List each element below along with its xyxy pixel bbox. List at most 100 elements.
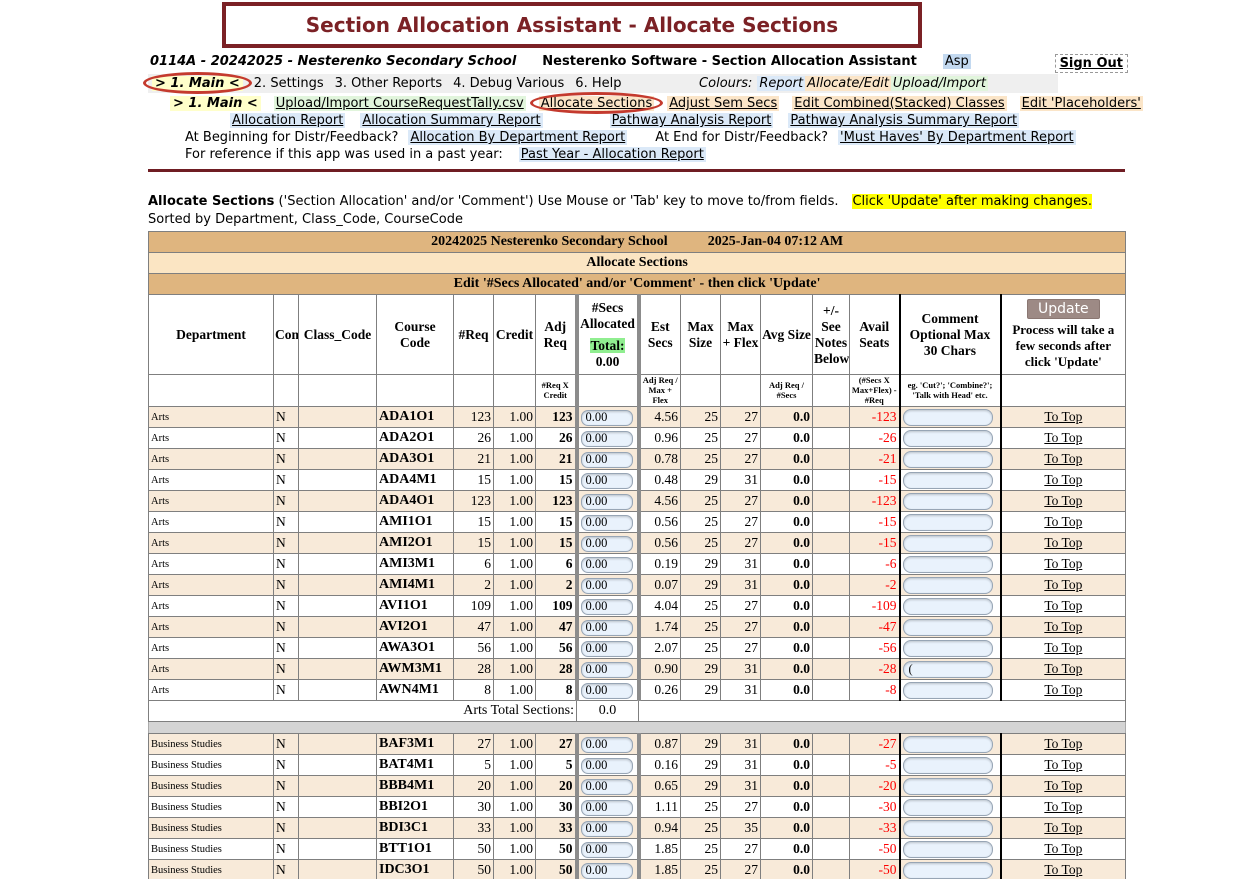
- to-top-link[interactable]: To Top: [1044, 778, 1082, 793]
- comment-input[interactable]: [903, 598, 993, 615]
- secs-allocated-input[interactable]: [581, 779, 633, 795]
- comment-input[interactable]: [903, 799, 993, 816]
- to-top-link[interactable]: To Top: [1044, 493, 1082, 508]
- to-top-link[interactable]: To Top: [1044, 577, 1082, 592]
- secs-allocated-input[interactable]: [581, 410, 633, 426]
- to-top-link[interactable]: To Top: [1044, 736, 1082, 751]
- allocation-by-department-link[interactable]: Allocation By Department Report: [408, 130, 627, 145]
- comment-input[interactable]: [903, 757, 993, 774]
- secs-allocated-input[interactable]: [581, 431, 633, 447]
- comb-cell: N: [274, 797, 299, 818]
- nav-link-allocation-report[interactable]: Allocation Report: [230, 113, 345, 128]
- comment-input[interactable]: [903, 841, 993, 858]
- comment-input[interactable]: [903, 535, 993, 552]
- comment-input[interactable]: [903, 451, 993, 468]
- to-top-link[interactable]: To Top: [1044, 430, 1082, 445]
- secs-allocated-input[interactable]: [581, 452, 633, 468]
- past-year-report-link[interactable]: Past Year - Allocation Report: [519, 147, 706, 162]
- class-code-cell: [299, 575, 377, 596]
- comment-input[interactable]: [903, 682, 993, 699]
- comment-input[interactable]: [903, 862, 993, 879]
- comment-input[interactable]: [903, 661, 993, 678]
- software-title: Nesterenko Software - Section Allocation…: [542, 54, 917, 69]
- course-code-cell: BAF3M1: [377, 734, 454, 755]
- comment-input[interactable]: [903, 493, 993, 510]
- comment-input[interactable]: [903, 556, 993, 573]
- sign-out-button[interactable]: Sign Out: [1055, 54, 1128, 73]
- to-top-link[interactable]: To Top: [1044, 598, 1082, 613]
- secs-allocated-input[interactable]: [581, 473, 633, 489]
- to-top-link[interactable]: To Top: [1044, 535, 1082, 550]
- nav-link-edit-combined-stacked--classes[interactable]: Edit Combined(Stacked) Classes: [792, 96, 1006, 111]
- comment-input[interactable]: [903, 736, 993, 753]
- to-top-link[interactable]: To Top: [1044, 451, 1082, 466]
- to-top-link[interactable]: To Top: [1044, 820, 1082, 835]
- req-cell: 50: [454, 860, 494, 879]
- nav-row-past-year: For reference if this app was used in a …: [185, 147, 1254, 162]
- nav-link-upload-import-courserequesttally-csv[interactable]: Upload/Import CourseRequestTally.csv: [274, 96, 526, 111]
- must-haves-by-department-link[interactable]: 'Must Haves' By Department Report: [838, 130, 1076, 145]
- menu-item-debugvarious[interactable]: 4. Debug Various: [453, 76, 564, 91]
- comment-input[interactable]: [903, 472, 993, 489]
- comment-input[interactable]: [903, 778, 993, 795]
- comment-input[interactable]: [903, 619, 993, 636]
- secs-allocated-input[interactable]: [581, 821, 633, 837]
- comment-input[interactable]: [903, 577, 993, 594]
- to-top-link[interactable]: To Top: [1044, 799, 1082, 814]
- secs-allocated-input[interactable]: [581, 494, 633, 510]
- req-cell: 56: [454, 638, 494, 659]
- to-top-link[interactable]: To Top: [1044, 841, 1082, 856]
- update-button[interactable]: Update: [1027, 299, 1100, 319]
- nav-link-allocate-sections[interactable]: Allocate Sections: [539, 96, 654, 111]
- menu-item-help[interactable]: 6. Help: [575, 76, 621, 91]
- secs-allocated-input[interactable]: [581, 599, 633, 615]
- secs-allocated-input[interactable]: [581, 737, 633, 753]
- secs-allocated-input[interactable]: [581, 515, 633, 531]
- adj-req-cell: 15: [536, 512, 577, 533]
- credit-cell: 1.00: [494, 818, 536, 839]
- to-top-link[interactable]: To Top: [1044, 757, 1082, 772]
- nav-link-allocation-summary-report[interactable]: Allocation Summary Report: [360, 113, 542, 128]
- to-top-link[interactable]: To Top: [1044, 640, 1082, 655]
- to-top-link[interactable]: To Top: [1044, 619, 1082, 634]
- secs-allocated-input[interactable]: [581, 758, 633, 774]
- nav-link-pathway-analysis-summary-report[interactable]: Pathway Analysis Summary Report: [788, 113, 1019, 128]
- to-top-link[interactable]: To Top: [1044, 682, 1082, 697]
- to-top-link[interactable]: To Top: [1044, 661, 1082, 676]
- secs-allocated-input[interactable]: [581, 620, 633, 636]
- comment-input[interactable]: [903, 640, 993, 657]
- est-secs-cell: 0.78: [639, 449, 681, 470]
- menu-item-settings[interactable]: 2. Settings: [254, 76, 324, 91]
- secs-allocated-input[interactable]: [581, 683, 633, 699]
- comment-cell: [900, 449, 1001, 470]
- secs-allocated-input[interactable]: [581, 842, 633, 858]
- comment-input[interactable]: [903, 820, 993, 837]
- secs-allocated-input[interactable]: [581, 641, 633, 657]
- est-secs-cell: 0.07: [639, 575, 681, 596]
- nav-link-edit--placeholders-[interactable]: Edit 'Placeholders': [1020, 96, 1143, 111]
- secs-allocated-input[interactable]: [581, 800, 633, 816]
- to-top-link[interactable]: To Top: [1044, 472, 1082, 487]
- menu-item-main[interactable]: > 1. Main <: [152, 76, 243, 91]
- adj-req-cell: 109: [536, 596, 577, 617]
- to-top-link[interactable]: To Top: [1044, 556, 1082, 571]
- avail-seats-cell: -26: [850, 428, 900, 449]
- secs-allocated-input[interactable]: [581, 863, 633, 879]
- menu-item-otherreports[interactable]: 3. Other Reports: [335, 76, 442, 91]
- credit-cell: 1.00: [494, 860, 536, 879]
- to-top-link[interactable]: To Top: [1044, 862, 1082, 877]
- max-flex-cell: 27: [721, 617, 761, 638]
- nav-link-adjust-sem-secs[interactable]: Adjust Sem Secs: [667, 96, 779, 111]
- secs-allocated-input[interactable]: [581, 536, 633, 552]
- adj-req-cell: 50: [536, 860, 577, 879]
- comment-input[interactable]: [903, 430, 993, 447]
- to-top-link[interactable]: To Top: [1044, 409, 1082, 424]
- secs-allocated-input[interactable]: [581, 557, 633, 573]
- max-flex-cell: 31: [721, 755, 761, 776]
- to-top-link[interactable]: To Top: [1044, 514, 1082, 529]
- nav-link-pathway-analysis-report[interactable]: Pathway Analysis Report: [610, 113, 774, 128]
- secs-allocated-input[interactable]: [581, 662, 633, 678]
- secs-allocated-input[interactable]: [581, 578, 633, 594]
- comment-input[interactable]: [903, 514, 993, 531]
- comment-input[interactable]: [903, 409, 993, 426]
